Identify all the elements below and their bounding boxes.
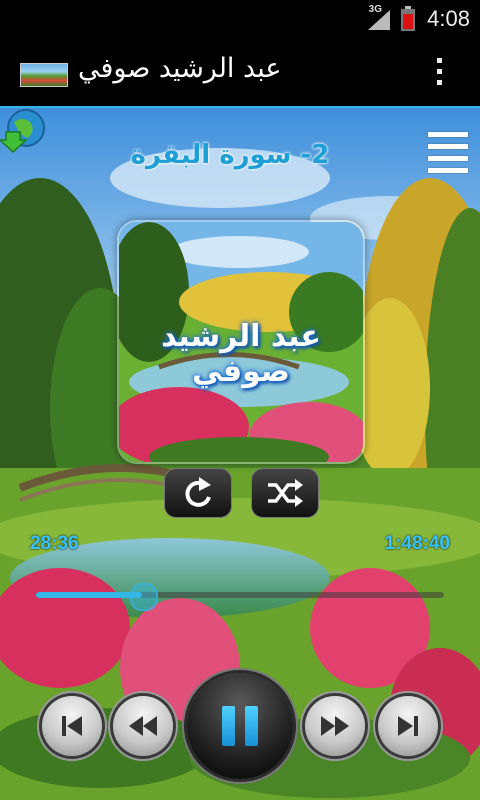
download-icon[interactable] (0, 108, 46, 154)
seek-thumb[interactable] (130, 583, 159, 611)
fast-forward-button[interactable] (305, 696, 365, 756)
action-bar: عبد الرشيد صوفي (0, 38, 480, 108)
next-icon (398, 716, 418, 736)
track-title: 2- سورة البقرة (130, 140, 330, 170)
seek-bar[interactable] (36, 583, 444, 611)
shuffle-button[interactable] (251, 468, 319, 518)
battery-icon (401, 6, 415, 31)
app-icon (20, 63, 68, 87)
previous-button[interactable] (42, 696, 102, 756)
clock: 4:08 (427, 6, 470, 31)
overflow-menu-icon[interactable] (436, 58, 444, 90)
elapsed-time: 28:36 (30, 533, 79, 554)
app-title: عبد الرشيد صوفي (78, 53, 282, 84)
pause-button[interactable] (187, 673, 293, 779)
album-art: عبد الرشيد صوفي (117, 220, 365, 464)
seek-progress (36, 592, 143, 598)
repeat-button[interactable] (164, 468, 232, 518)
shuffle-icon (268, 479, 303, 507)
previous-icon (62, 716, 82, 736)
fast-forward-icon (321, 716, 349, 736)
menu-icon[interactable] (428, 132, 468, 178)
rewind-button[interactable] (113, 696, 173, 756)
next-button[interactable] (378, 696, 438, 756)
rewind-icon (129, 716, 157, 736)
album-artist-text: عبد الرشيد صوفي (161, 319, 321, 389)
signal-icon (368, 10, 390, 30)
total-duration: 1:48:40 (384, 533, 451, 554)
repeat-icon (185, 477, 211, 507)
status-bar: 3G 4:08 (0, 0, 480, 38)
pause-icon (222, 706, 258, 746)
player-screen: 2- سورة البقرة عبد الرشيد صوفي 28:36 1:4… (0, 108, 480, 800)
